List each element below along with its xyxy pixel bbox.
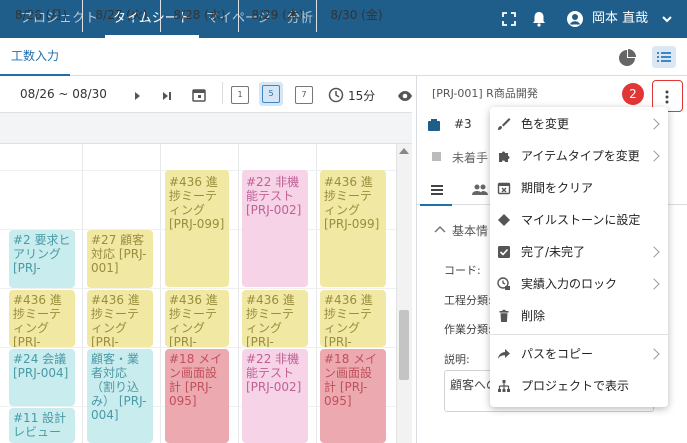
calendar-event[interactable]: #436 進捗ミーティング [PRJ- bbox=[242, 290, 308, 347]
calendar-event[interactable]: #27 顧客対応 [PRJ-001] bbox=[87, 230, 153, 288]
eye-icon[interactable] bbox=[397, 88, 413, 104]
details-icon bbox=[431, 185, 443, 195]
bell-icon[interactable] bbox=[530, 10, 548, 28]
calendar-clear-icon bbox=[497, 182, 511, 195]
panel-status: 未着手 bbox=[452, 151, 489, 165]
calendar-event[interactable]: #436 進捗ミーティング [PRJ- bbox=[9, 290, 75, 347]
calendar-today-icon[interactable] bbox=[191, 87, 207, 103]
menu-item-label: プロジェクトで表示 bbox=[521, 379, 630, 393]
menu-item-delete[interactable] bbox=[490, 301, 668, 332]
menu-divider bbox=[490, 334, 668, 335]
brush-icon bbox=[498, 118, 511, 130]
puzzle-icon bbox=[499, 151, 510, 162]
calendar-header bbox=[0, 112, 412, 144]
grid-col-line bbox=[316, 144, 317, 443]
process-category-label: 工程分類: bbox=[444, 294, 492, 307]
scroll-up-arrow-icon[interactable] bbox=[399, 148, 409, 154]
trash-icon bbox=[499, 309, 509, 322]
grid-col-line bbox=[82, 144, 83, 443]
sub-bar bbox=[0, 38, 687, 76]
menu-item-label: 色を変更 bbox=[521, 117, 570, 131]
menu-item-label: パスをコピー bbox=[521, 347, 594, 361]
calendar-event[interactable]: #436 進捗ミーティング [PRJ- bbox=[165, 290, 229, 347]
code-label: コード: bbox=[444, 264, 481, 277]
calendar-event[interactable]: #24 会議 [PRJ-004] bbox=[9, 349, 75, 406]
next-week-icon[interactable] bbox=[129, 88, 145, 104]
diamond-icon bbox=[498, 214, 510, 226]
grid-col-line bbox=[238, 144, 239, 443]
calendar-event[interactable]: #436 進捗ミーティング [PRJ-099] bbox=[165, 170, 229, 287]
status-square-icon bbox=[432, 152, 441, 161]
scrollbar-thumb[interactable] bbox=[399, 310, 409, 380]
calendar-event[interactable]: #11 設計レビュー bbox=[9, 408, 75, 443]
calendar-event[interactable]: #436 進捗ミーティング [PRJ-099] bbox=[320, 170, 386, 287]
clipboard-icon bbox=[428, 119, 440, 131]
last-week-icon[interactable] bbox=[159, 88, 175, 104]
day-header-wed: 8/28 (水) bbox=[160, 0, 238, 32]
panel-item-number: #3 bbox=[454, 117, 472, 131]
date-range[interactable]: 08/26 ~ 08/30 bbox=[20, 87, 107, 101]
chevron-up-icon[interactable] bbox=[434, 224, 446, 234]
calendar-event[interactable]: #22 非機能テスト [PRJ-002] bbox=[242, 170, 308, 287]
pie-chart-icon[interactable] bbox=[617, 48, 637, 68]
calendar-event[interactable]: #436 進捗ミーティング [PRJ- bbox=[320, 290, 386, 347]
calendar-event[interactable]: 顧客・業者対応（割り込み） [PRJ-004] bbox=[87, 349, 153, 443]
grid-col-line bbox=[160, 144, 161, 443]
description-label: 説明: bbox=[444, 353, 470, 366]
tab-work-input[interactable]: 工数入力 bbox=[0, 38, 70, 76]
clock-lock-icon bbox=[497, 277, 510, 290]
view-5day-button[interactable]: 5 bbox=[262, 85, 280, 103]
section-basic-info[interactable]: 基本情 bbox=[452, 222, 488, 239]
menu-item-label: 削除 bbox=[521, 309, 546, 323]
interval-select[interactable]: 15分 bbox=[348, 87, 375, 104]
menu-item-label: 期間をクリア bbox=[521, 181, 594, 195]
kebab-icon bbox=[665, 90, 669, 104]
menu-item-change-color[interactable] bbox=[490, 109, 668, 140]
panel-project-title: [PRJ-001] R商品開発 bbox=[432, 87, 538, 100]
menu-item-label: アイテムタイプを変更 bbox=[521, 149, 640, 163]
list-icon bbox=[657, 52, 671, 62]
grid-row-line bbox=[0, 288, 396, 289]
user-avatar-icon[interactable] bbox=[566, 10, 584, 28]
grid-row-line bbox=[0, 347, 396, 348]
hierarchy-icon bbox=[498, 380, 510, 392]
menu-item-label: 完了/未完了 bbox=[521, 245, 586, 259]
fullscreen-icon[interactable] bbox=[500, 10, 518, 28]
share-arrow-icon bbox=[498, 349, 510, 359]
day-header-thu: 8/29 (木) bbox=[238, 0, 316, 32]
user-name[interactable]: 岡本 直哉 bbox=[592, 0, 648, 38]
step-badge: 2 bbox=[622, 83, 644, 105]
toolbar-divider bbox=[222, 82, 223, 104]
day-header-mon: 8/26 (月) bbox=[14, 8, 68, 22]
calendar-event[interactable]: #2 要求ヒアリング [PRJ- bbox=[9, 230, 75, 288]
work-category-label: 作業分類: bbox=[444, 323, 492, 336]
checkbox-icon bbox=[498, 246, 510, 258]
view-7day-button[interactable]: 7 bbox=[295, 86, 313, 104]
calendar-event[interactable]: #18 メイン画面設計 [PRJ-095] bbox=[320, 349, 386, 443]
menu-item-label: 実績入力のロック bbox=[521, 277, 618, 291]
calendar-event[interactable]: #18 メイン画面設計 [PRJ-095] bbox=[165, 349, 229, 443]
menu-item-label: マイルストーンに設定 bbox=[521, 213, 641, 227]
calendar-event[interactable]: #22 非機能テスト [PRJ-002] bbox=[242, 349, 308, 443]
members-icon[interactable] bbox=[472, 183, 488, 197]
calendar-event[interactable]: #436 進捗ミーティング [PRJ- bbox=[87, 290, 153, 347]
chevron-down-icon[interactable] bbox=[660, 12, 674, 26]
clock-icon[interactable] bbox=[328, 87, 344, 103]
day-header-fri: 8/30 (金) bbox=[316, 0, 396, 32]
day-header-tue: 8/27 (火) bbox=[82, 0, 160, 32]
view-1day-button[interactable]: 1 bbox=[231, 86, 249, 104]
calendar-scrollbar[interactable] bbox=[396, 144, 412, 443]
